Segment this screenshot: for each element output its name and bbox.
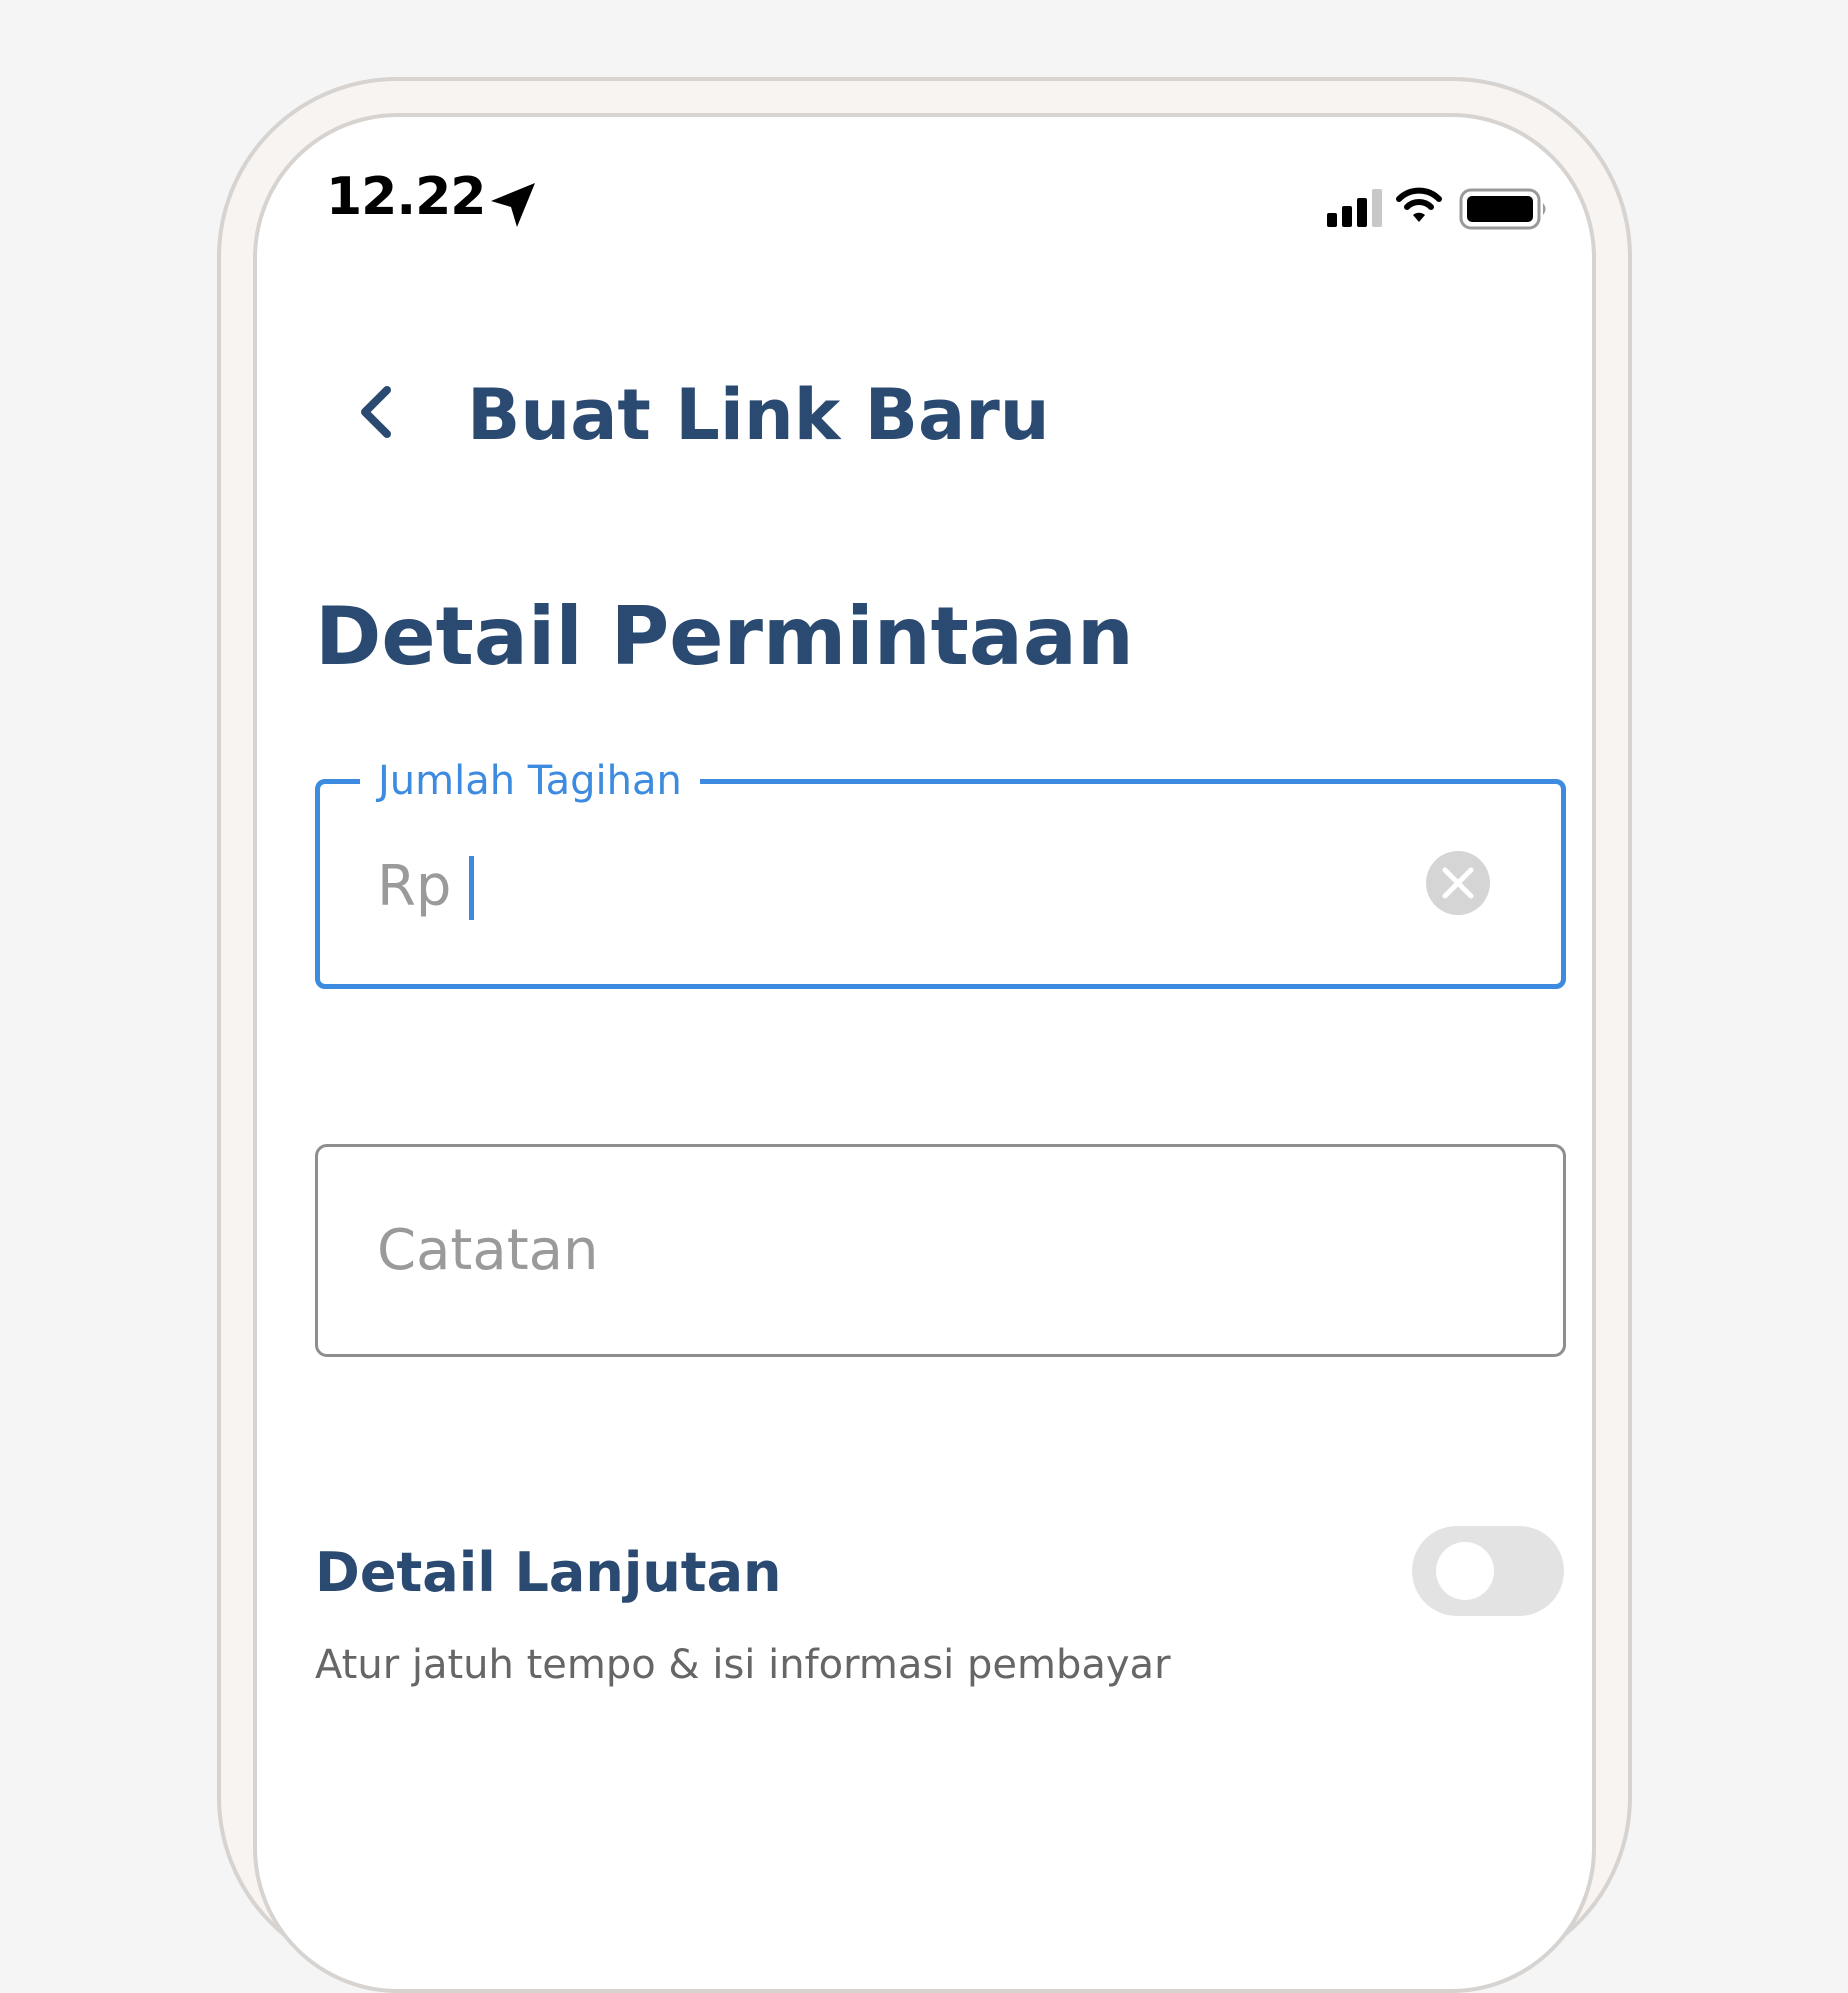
chevron-left-icon[interactable]: [347, 382, 407, 442]
location-arrow-icon: [491, 183, 535, 227]
toggle-knob: [1436, 1542, 1494, 1600]
wifi-icon: [1396, 187, 1442, 222]
notes-placeholder: Catatan: [377, 1218, 599, 1283]
advanced-details-toggle[interactable]: [1412, 1526, 1564, 1616]
status-time: 12.22: [326, 167, 486, 227]
amount-label: Jumlah Tagihan: [360, 756, 700, 806]
page-title: Buat Link Baru: [467, 374, 1050, 456]
currency-prefix: Rp: [377, 854, 452, 919]
phone-screen: 12.22 Buat Link Baru Detail Permintaan J…: [253, 113, 1596, 1993]
battery-icon: [1459, 188, 1546, 230]
close-circle-icon: [1442, 867, 1474, 899]
cellular-signal-icon: [1327, 189, 1382, 227]
advanced-details-subtitle: Atur jatuh tempo & isi informasi pembaya…: [315, 1642, 1171, 1688]
section-title: Detail Permintaan: [315, 590, 1134, 683]
text-cursor: [469, 856, 474, 920]
clear-amount-button[interactable]: [1426, 851, 1490, 915]
advanced-details-title: Detail Lanjutan: [315, 1541, 782, 1604]
amount-input[interactable]: Jumlah Tagihan Rp: [315, 756, 1566, 989]
notes-input[interactable]: Catatan: [315, 1144, 1566, 1357]
